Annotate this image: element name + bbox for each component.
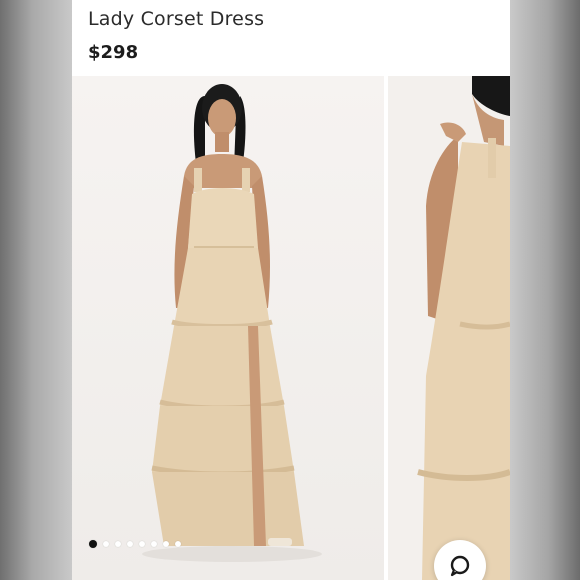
pagination-dot[interactable]: [103, 541, 109, 547]
product-card: Lady Corset Dress $298: [72, 0, 510, 580]
pagination-dot[interactable]: [163, 541, 169, 547]
chat-bubble-icon: [448, 540, 472, 580]
product-title: Lady Corset Dress: [88, 8, 265, 30]
pagination-dot[interactable]: [151, 541, 157, 547]
product-price: $298: [88, 42, 139, 63]
gallery-pagination: [89, 540, 181, 548]
pagination-dot-active[interactable]: [89, 540, 97, 548]
left-blur-backdrop: [0, 0, 72, 580]
right-blur-backdrop: [510, 0, 580, 580]
image-gallery[interactable]: [72, 76, 510, 580]
dress-side-photo[interactable]: [388, 76, 510, 580]
pagination-dot[interactable]: [115, 541, 121, 547]
dress-front-photo[interactable]: [72, 76, 384, 580]
pagination-dot[interactable]: [139, 541, 145, 547]
pagination-dot[interactable]: [175, 541, 181, 547]
pagination-dot[interactable]: [127, 541, 133, 547]
